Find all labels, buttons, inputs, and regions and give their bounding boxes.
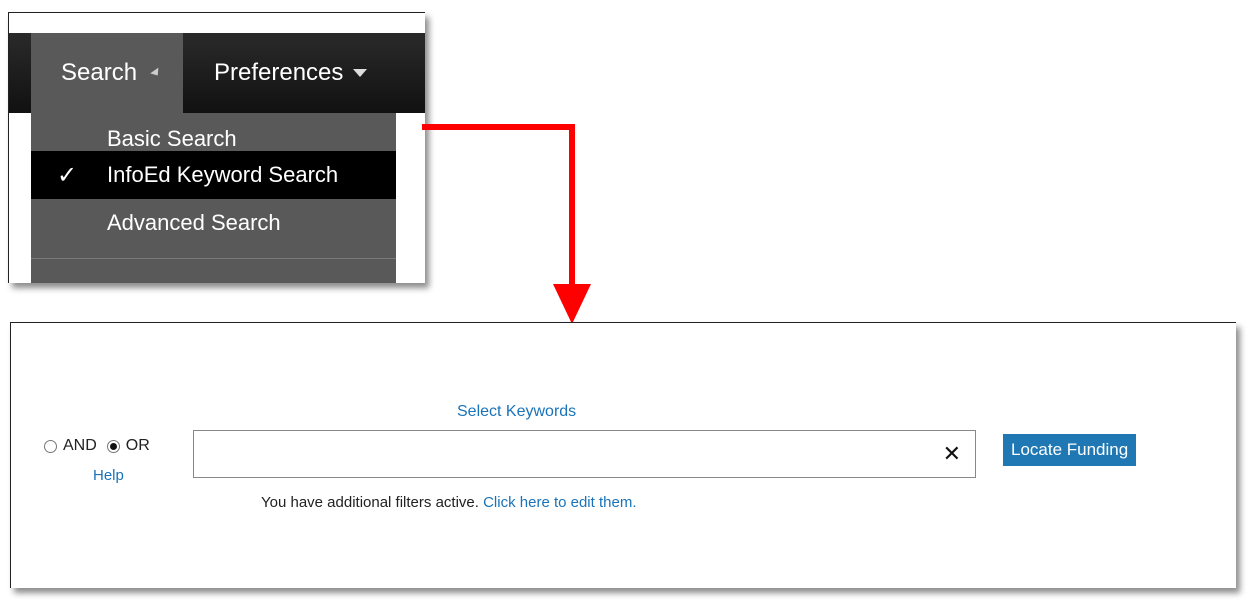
menu-tab-preferences[interactable]: Preferences <box>214 33 404 113</box>
clear-icon[interactable]: ✕ <box>943 442 961 467</box>
menu-item-advanced-search[interactable]: Advanced Search <box>31 199 396 247</box>
caret-icon <box>150 67 162 79</box>
arrow-vertical-segment <box>569 124 575 286</box>
radio-selected-dot <box>109 442 117 450</box>
menu-tab-search-label: Search <box>61 59 138 86</box>
menu-item-label: Advanced Search <box>107 210 281 235</box>
arrow-horizontal-segment <box>422 124 575 130</box>
radio-or-label: OR <box>125 437 150 454</box>
operator-radio-group: AND OR <box>44 437 160 455</box>
menu-item-label: Basic Search <box>107 126 237 151</box>
filters-notice: You have additional filters active. Clic… <box>261 494 637 511</box>
menu-screenshot: Search Preferences Basic Search ✓ InfoEd… <box>8 12 425 283</box>
locate-funding-button[interactable]: Locate Funding <box>1003 434 1137 466</box>
menu-divider <box>31 258 396 259</box>
search-panel-screenshot: Select Keywords AND OR Help ✕ Locate Fun… <box>10 322 1236 588</box>
edit-filters-link[interactable]: Click here to edit them. <box>483 494 636 511</box>
top-menu-bar: Search Preferences <box>9 33 425 113</box>
chevron-down-icon <box>353 69 368 77</box>
select-keywords-link[interactable]: Select Keywords <box>457 403 576 421</box>
menu-item-label: InfoEd Keyword Search <box>107 162 339 187</box>
radio-and-label: AND <box>63 437 97 454</box>
menu-item-infoed-keyword-search[interactable]: ✓ InfoEd Keyword Search <box>31 151 396 199</box>
menu-tab-search[interactable]: Search <box>31 33 183 113</box>
search-dropdown-menu: Basic Search ✓ InfoEd Keyword Search Adv… <box>31 113 396 283</box>
filters-notice-text: You have additional filters active. <box>261 494 479 511</box>
checkmark-icon: ✓ <box>57 161 78 189</box>
keyword-input-box: ✕ <box>193 430 976 478</box>
keyword-search-input[interactable] <box>194 431 950 477</box>
radio-or[interactable] <box>106 439 120 453</box>
help-link[interactable]: Help <box>93 467 124 484</box>
radio-and[interactable] <box>44 439 57 453</box>
menu-tab-preferences-label: Preferences <box>214 59 344 86</box>
arrow-down-icon <box>553 284 591 324</box>
